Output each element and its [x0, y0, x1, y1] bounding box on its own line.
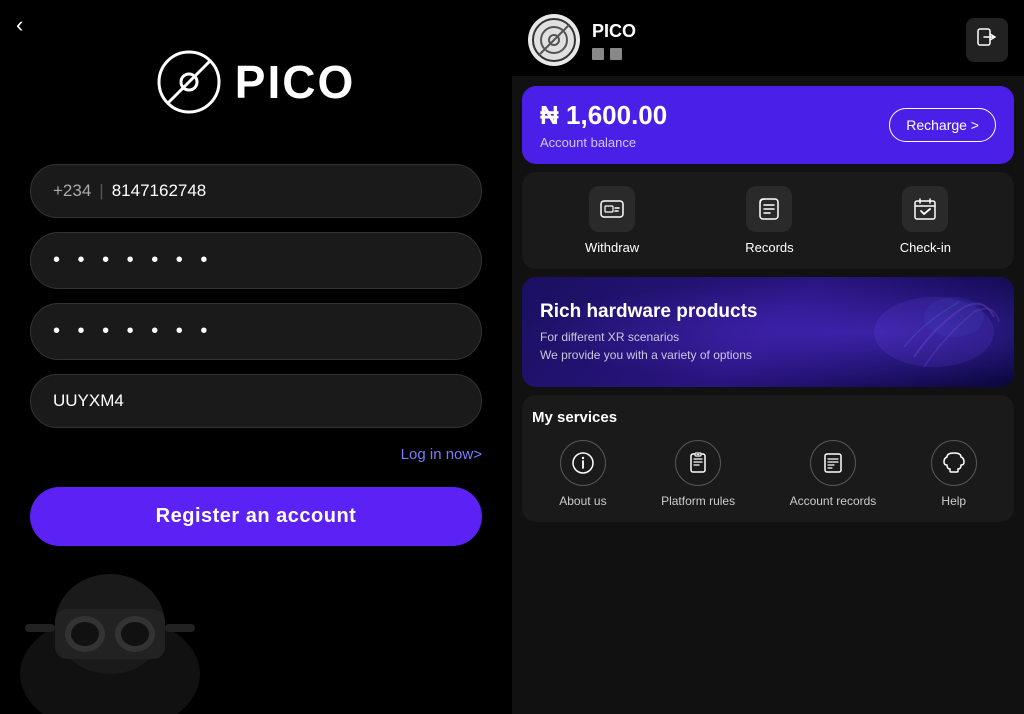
banner-subtitle: For different XR scenariosWe provide you… [540, 328, 996, 364]
balance-card: ₦ 1,600.00 Account balance Recharge > [522, 86, 1014, 164]
action-checkin[interactable]: Check-in [900, 186, 951, 255]
account-records-label: Account records [790, 494, 877, 508]
account-records-icon [810, 440, 856, 486]
password-dots: • • • • • • • [53, 249, 213, 272]
withdraw-label: Withdraw [585, 240, 639, 255]
pico-logo-icon [157, 50, 221, 114]
service-help[interactable]: Help [931, 440, 977, 508]
platform-rules-icon [675, 440, 721, 486]
services-title: My services [532, 409, 1004, 426]
checkin-icon [912, 196, 938, 222]
right-panel: PICO ₦ 1,600.00 Account balance Recha [512, 0, 1024, 714]
captcha-value: UUYXM4 [53, 391, 124, 411]
password-field[interactable]: • • • • • • • [30, 232, 482, 289]
records-icon [756, 196, 782, 222]
balance-info: ₦ 1,600.00 Account balance [540, 100, 667, 150]
left-panel: ‹ PICO +234 | 8147162748 • • • • • • • •… [0, 0, 512, 714]
help-icon [931, 440, 977, 486]
help-label: Help [941, 494, 966, 508]
actions-row: Withdraw Records [522, 172, 1014, 269]
about-us-label: About us [559, 494, 606, 508]
avatar [528, 14, 580, 66]
confirm-dots: • • • • • • • [53, 320, 213, 343]
profile-name: PICO [592, 21, 636, 42]
login-link[interactable]: Log in now> [401, 446, 482, 463]
records-label: Records [745, 240, 793, 255]
service-account-records[interactable]: Account records [790, 440, 877, 508]
phone-number-value: 8147162748 [112, 181, 207, 201]
action-withdraw[interactable]: Withdraw [585, 186, 639, 255]
phone-prefix: +234 [53, 181, 91, 201]
withdraw-icon [599, 196, 625, 222]
balance-value: 1,600.00 [566, 100, 667, 130]
back-button[interactable]: ‹ [16, 12, 23, 38]
services-row: About us Platform rules [532, 440, 1004, 508]
records-icon-box [746, 186, 792, 232]
right-header: PICO [512, 0, 1024, 76]
balance-amount: ₦ 1,600.00 [540, 100, 667, 131]
promo-banner[interactable]: Rich hardware products For different XR … [522, 277, 1014, 387]
withdraw-icon-box [589, 186, 635, 232]
service-platform-rules[interactable]: Platform rules [661, 440, 735, 508]
checkin-icon-box [902, 186, 948, 232]
about-us-icon [560, 440, 606, 486]
registration-form: +234 | 8147162748 • • • • • • • • • • • … [30, 164, 482, 546]
captcha-field[interactable]: UUYXM4 [30, 374, 482, 428]
recharge-button[interactable]: Recharge > [889, 108, 996, 142]
logo-area: PICO [157, 50, 355, 114]
confirm-password-field[interactable]: • • • • • • • [30, 303, 482, 360]
banner-title: Rich hardware products [540, 301, 996, 323]
service-about-us[interactable]: About us [559, 440, 606, 508]
balance-label: Account balance [540, 135, 667, 150]
services-section: My services About us [522, 395, 1014, 522]
status-dot-2 [610, 48, 622, 60]
vr-headset-image [0, 554, 220, 714]
checkin-label: Check-in [900, 240, 951, 255]
profile-area: PICO [528, 14, 636, 66]
profile-status-dots [592, 48, 636, 60]
logo-text: PICO [235, 55, 355, 109]
status-dot-1 [592, 48, 604, 60]
profile-info: PICO [592, 21, 636, 60]
currency-symbol: ₦ [540, 100, 559, 130]
register-button[interactable]: Register an account [30, 487, 482, 546]
exit-icon[interactable] [966, 18, 1008, 62]
action-records[interactable]: Records [745, 186, 793, 255]
platform-rules-label: Platform rules [661, 494, 735, 508]
phone-field[interactable]: +234 | 8147162748 [30, 164, 482, 218]
avatar-pico-logo [531, 17, 577, 63]
